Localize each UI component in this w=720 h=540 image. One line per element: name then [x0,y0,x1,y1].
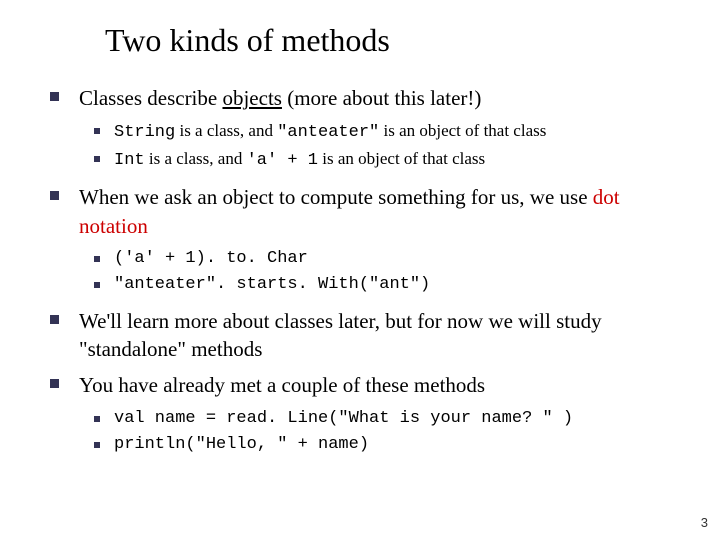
list-text: You have already met a couple of these m… [79,371,485,399]
square-bullet-icon [94,256,100,262]
square-bullet-icon [50,315,59,324]
list-item: println("Hello, " + name) [94,434,690,457]
square-bullet-icon [50,191,59,200]
list-text: When we ask an object to compute somethi… [79,183,690,240]
square-bullet-icon [94,282,100,288]
code-text: println("Hello, " + name) [114,434,369,457]
list-item: You have already met a couple of these m… [50,371,690,399]
list-item: We'll learn more about classes later, bu… [50,307,690,364]
list-item: String is a class, and "anteater" is an … [94,120,690,145]
slide-title: Two kinds of methods [105,22,390,59]
code-text: val name = read. Line("What is your name… [114,408,573,431]
list-item: val name = read. Line("What is your name… [94,408,690,431]
list-item: "anteater". starts. With("ant") [94,274,690,297]
list-text: Int is a class, and 'a' + 1 is an object… [114,148,485,173]
list-item: ('a' + 1). to. Char [94,248,690,271]
square-bullet-icon [94,416,100,422]
square-bullet-icon [94,442,100,448]
list-text: Classes describe objects (more about thi… [79,84,481,112]
page-number: 3 [701,515,708,530]
list-text: We'll learn more about classes later, bu… [79,307,690,364]
square-bullet-icon [94,156,100,162]
square-bullet-icon [94,128,100,134]
list-item: Int is a class, and 'a' + 1 is an object… [94,148,690,173]
list-item: Classes describe objects (more about thi… [50,84,690,112]
square-bullet-icon [50,92,59,101]
list-item: When we ask an object to compute somethi… [50,183,690,240]
code-text: "anteater". starts. With("ant") [114,274,430,297]
slide-body: Classes describe objects (more about thi… [50,84,690,467]
square-bullet-icon [50,379,59,388]
code-text: ('a' + 1). to. Char [114,248,308,271]
list-text: String is a class, and "anteater" is an … [114,120,546,145]
